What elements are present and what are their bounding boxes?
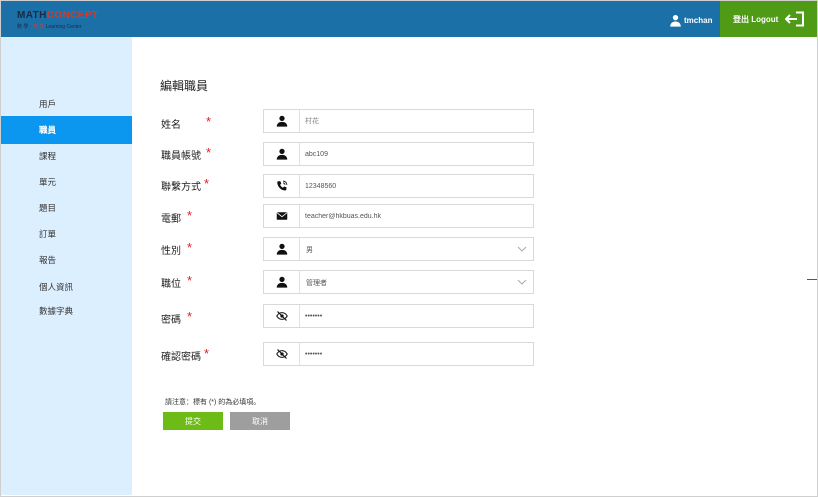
account-input[interactable] — [305, 146, 525, 162]
eye-slash-icon — [275, 349, 288, 359]
confirm-password-field — [263, 342, 534, 366]
sidebar-item-staff[interactable]: 職員 — [1, 116, 132, 144]
required-mark: * — [187, 208, 193, 223]
gender-label: 性別 * — [161, 240, 193, 257]
name-label: 姓名 * — [161, 114, 212, 131]
person-icon — [276, 115, 287, 127]
chevron-down-icon — [517, 279, 527, 285]
sidebar-item-questions[interactable]: 題目 — [1, 194, 132, 222]
person-icon — [276, 276, 287, 288]
sidebar-item-data-dictionary[interactable]: 數據字典 — [1, 297, 132, 325]
confirm-password-label: 確認密碼 * — [161, 346, 210, 363]
sidebar-item-units[interactable]: 單元 — [1, 168, 132, 196]
cancel-button[interactable]: 取消 — [230, 412, 290, 430]
required-mark: * — [206, 145, 212, 160]
envelope-icon — [276, 212, 287, 220]
gender-value: 男 — [306, 247, 313, 254]
logout-label: 登出 Logout — [733, 14, 779, 24]
required-mark: * — [187, 309, 193, 324]
confirm-password-input[interactable] — [305, 346, 525, 362]
email-field — [263, 204, 534, 228]
required-mark: * — [187, 273, 193, 288]
required-mark: * — [204, 176, 210, 191]
top-header: MATHCONCEPT 數 學 · 概 念 Learning Center tm… — [1, 1, 817, 37]
person-icon — [276, 243, 287, 255]
account-field — [263, 142, 534, 166]
name-input[interactable] — [305, 113, 525, 129]
chevron-down-icon — [517, 246, 527, 252]
person-icon — [276, 148, 287, 160]
math-concept-logo[interactable]: MATHCONCEPT 數 學 · 概 念 Learning Center — [17, 10, 109, 32]
password-label: 密碼 * — [161, 309, 193, 326]
user-icon — [670, 14, 681, 27]
username: tmchan — [684, 15, 713, 25]
toggle-confirm-password-visibility[interactable] — [264, 343, 300, 365]
contact-label: 聯繫方式 * — [161, 176, 210, 193]
required-mark: * — [187, 240, 193, 255]
sidebar-item-courses[interactable]: 課程 — [1, 142, 132, 170]
logo-sub-2: 概 念 — [32, 24, 45, 30]
contact-field — [263, 174, 534, 198]
required-note: 請注意：標有 (*) 的為必填項。 — [165, 399, 261, 406]
contact-input[interactable] — [305, 178, 525, 194]
gender-select[interactable]: 男 — [263, 237, 534, 261]
sidebar-item-orders[interactable]: 訂單 — [1, 220, 132, 248]
logout-button[interactable]: 登出 Logout — [720, 1, 817, 37]
required-mark: * — [204, 346, 210, 361]
edge-divider — [807, 279, 817, 280]
email-label: 電郵 * — [161, 208, 193, 225]
logo-text-math: MATH — [17, 10, 47, 21]
sidebar-item-reports[interactable]: 報告 — [1, 246, 132, 274]
phone-icon — [276, 180, 287, 191]
account-label: 職員帳號 * — [161, 145, 212, 162]
sidebar-item-users[interactable]: 用戶 — [1, 90, 132, 118]
position-select[interactable]: 管理者 — [263, 270, 534, 294]
toggle-password-visibility[interactable] — [264, 305, 300, 327]
logo-sub-1: 數 學 · — [17, 24, 33, 30]
logo-sub-3: Learning Center — [44, 24, 82, 30]
logo-text-concept: CONCEPT — [46, 10, 99, 21]
position-value: 管理者 — [306, 280, 327, 287]
sidebar: 用戶 職員 課程 單元 題目 訂單 報告 個人資訊 數據字典 — [1, 37, 132, 495]
password-input[interactable] — [305, 308, 525, 324]
name-field — [263, 109, 534, 133]
submit-button[interactable]: 提交 — [163, 412, 223, 430]
eye-slash-icon — [275, 311, 288, 321]
logout-icon — [785, 11, 804, 27]
position-label: 職位 * — [161, 273, 193, 290]
current-user[interactable]: tmchan — [669, 12, 712, 28]
page-title: 編輯職員 — [160, 79, 209, 93]
required-mark: * — [206, 114, 212, 129]
email-input[interactable] — [305, 208, 525, 224]
password-field — [263, 304, 534, 328]
